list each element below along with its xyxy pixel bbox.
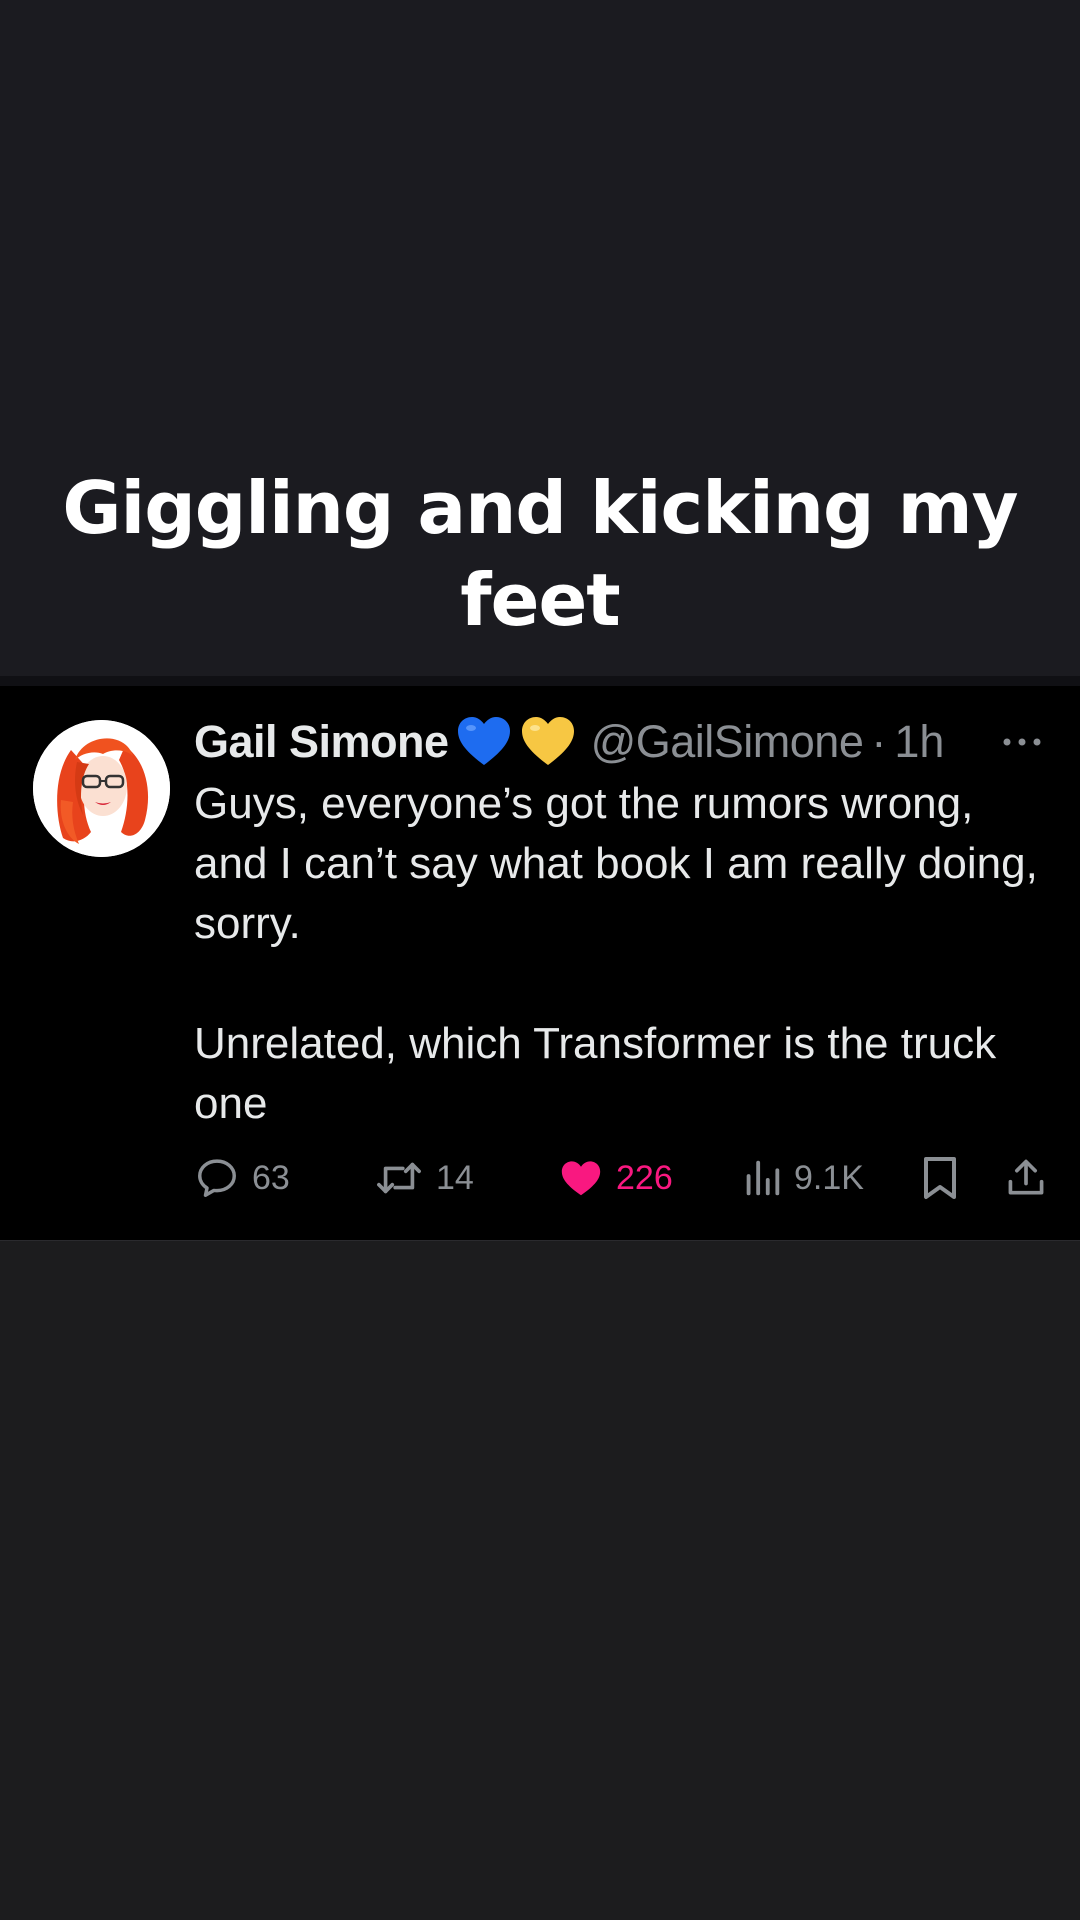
timestamp[interactable]: 1h	[894, 716, 944, 768]
reply-count: 63	[252, 1158, 290, 1197]
avatar-illustration-icon	[33, 720, 170, 857]
views-button[interactable]: 9.1K	[742, 1148, 864, 1208]
yellow-heart-emoji-icon	[519, 713, 577, 771]
views-count: 9.1K	[794, 1158, 864, 1197]
user-handle[interactable]: @GailSimone	[591, 716, 864, 768]
more-options-button[interactable]	[998, 724, 1046, 760]
reply-button[interactable]: 63	[194, 1148, 290, 1208]
like-count: 226	[616, 1158, 673, 1197]
empty-background-area	[0, 1241, 1080, 1920]
tweet-header: Gail Simone @GailSimone · 1h	[194, 712, 944, 772]
bookmark-button[interactable]	[920, 1148, 960, 1208]
tweet-card[interactable]: Gail Simone @GailSimone · 1h Guys, every…	[0, 686, 1080, 1241]
divider	[0, 676, 1080, 686]
more-dots-icon	[1003, 738, 1041, 746]
separator-dot: ·	[871, 716, 887, 767]
caption-line-1: Giggling and kicking my	[62, 466, 1018, 550]
retweet-icon	[377, 1162, 421, 1194]
video-caption-area: Giggling and kicking my feet	[0, 0, 1080, 676]
heart-filled-icon	[561, 1161, 601, 1196]
retweet-count: 14	[436, 1158, 474, 1197]
like-button[interactable]: 226	[558, 1148, 673, 1208]
views-chart-icon	[746, 1160, 780, 1196]
share-button[interactable]	[1004, 1148, 1048, 1208]
avatar[interactable]	[33, 720, 170, 857]
tweet-text: Guys, everyone’s got the rumors wrong, a…	[194, 779, 1038, 1128]
reply-icon	[198, 1159, 236, 1197]
retweet-button[interactable]: 14	[374, 1148, 474, 1208]
bookmark-icon	[924, 1157, 956, 1199]
share-upload-icon	[1008, 1159, 1044, 1195]
caption-text: Giggling and kicking my feet	[0, 462, 1080, 646]
caption-line-2: feet	[460, 558, 620, 642]
display-name[interactable]: Gail Simone	[194, 716, 449, 768]
tweet-actions: 63 14 226 9.1K	[194, 1148, 1054, 1208]
blue-heart-emoji-icon	[455, 713, 513, 771]
